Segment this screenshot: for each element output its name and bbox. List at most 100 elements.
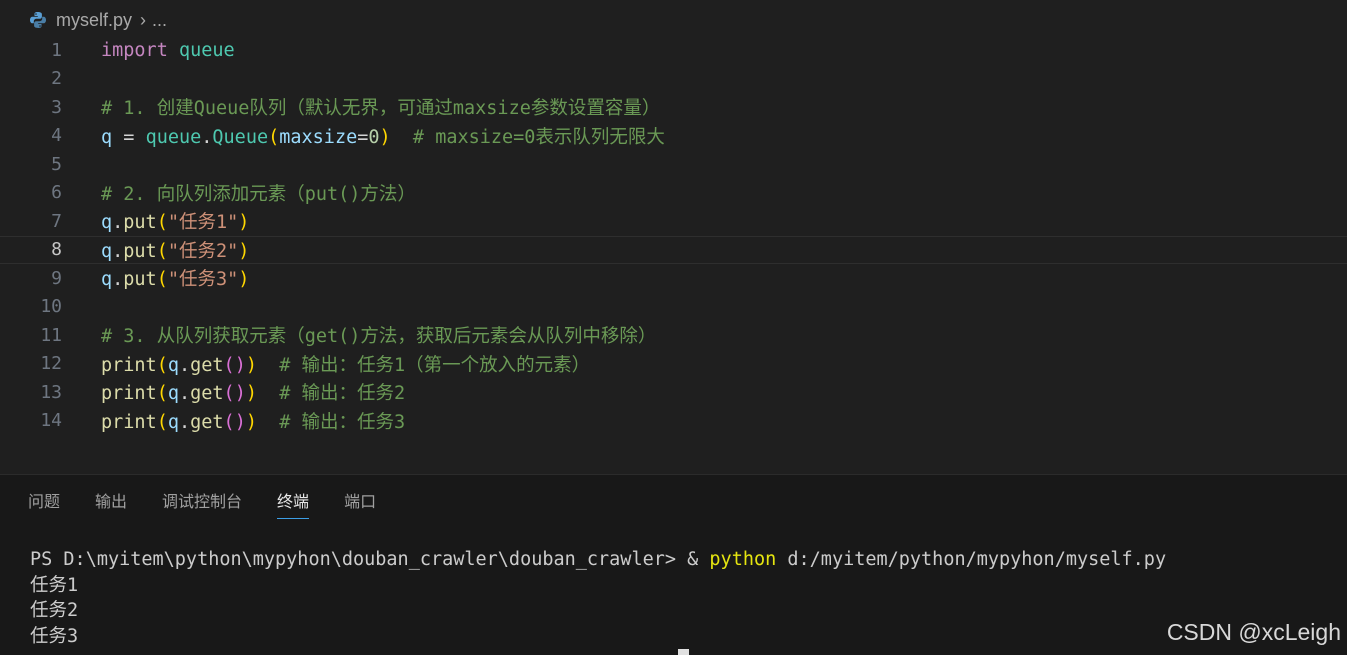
code-token: ) [245, 383, 257, 405]
code-token: . [178, 411, 191, 433]
code-token: print [101, 354, 157, 376]
line-number: 2 [51, 68, 62, 90]
code-token: ) [379, 126, 391, 148]
code-line-9[interactable]: 9 q.put("任务3") [0, 264, 1347, 293]
code-token: put [123, 212, 157, 234]
chevron-right-icon: › [140, 9, 147, 30]
tab-ports[interactable]: 端口 [344, 475, 376, 525]
code-line-12[interactable]: 12 print(q.get()) # 输出：任务1（第一个放入的元素） [0, 350, 1347, 379]
bottom-panel: 问题 输出 调试控制台 终端 端口 PS D:\myitem\python\my… [0, 474, 1347, 655]
code-comment: # 3. 从队列获取元素（get()方法，获取后元素会从队列中移除） [101, 326, 657, 348]
breadcrumb-file[interactable]: myself.py [56, 10, 132, 31]
code-token: q [101, 240, 113, 262]
code-line-11[interactable]: 11 # 3. 从队列获取元素（get()方法，获取后元素会从队列中移除） [0, 321, 1347, 350]
line-number: 11 [40, 324, 62, 346]
code-line-4[interactable]: 4 q = queue.Queue(maxsize=0) # maxsize=0… [0, 122, 1347, 151]
code-token: ( [156, 383, 168, 405]
terminal-line: 任务1 [30, 574, 79, 596]
code-token: q [101, 126, 113, 148]
terminal-output[interactable]: PS D:\myitem\python\mypyhon\douban_crawl… [30, 547, 1166, 649]
code-token: = [357, 126, 369, 148]
terminal-command: python [709, 549, 777, 570]
code-line-5[interactable]: 5 [0, 150, 1347, 179]
code-comment: # 2. 向队列添加元素（put()方法） [101, 183, 416, 205]
code-token: q [167, 411, 179, 433]
tab-debug-console[interactable]: 调试控制台 [162, 475, 242, 525]
code-token: get [190, 411, 224, 433]
code-line-14[interactable]: 14 print(q.get()) # 输出：任务3 [0, 407, 1347, 436]
code-token: ( [223, 383, 235, 405]
line-number: 7 [51, 210, 62, 232]
code-token: ) [238, 269, 250, 291]
watermark: CSDN @xcLeigh [1166, 619, 1341, 645]
code-token: print [101, 411, 157, 433]
code-token: ( [223, 411, 235, 433]
code-comment: # 输出：任务3 [256, 411, 406, 433]
line-number: 12 [40, 353, 62, 375]
code-token: . [178, 354, 191, 376]
line-number: 1 [51, 39, 62, 61]
code-token: ( [156, 269, 168, 291]
code-line-10[interactable]: 10 [0, 293, 1347, 322]
code-token: 0 [368, 126, 380, 148]
code-token: queue [145, 126, 202, 148]
code-token: q [101, 212, 113, 234]
line-number: 6 [51, 182, 62, 204]
code-token: "任务1" [167, 212, 239, 234]
code-token: . [112, 269, 124, 291]
code-line-13[interactable]: 13 print(q.get()) # 输出：任务2 [0, 378, 1347, 407]
panel-tabs: 问题 输出 调试控制台 终端 端口 [0, 475, 411, 525]
line-number: 9 [51, 267, 62, 289]
terminal-line: 任务3 [30, 625, 79, 647]
breadcrumb-more[interactable]: ... [152, 10, 167, 31]
code-token: maxsize [279, 126, 358, 148]
code-line-6[interactable]: 6 # 2. 向队列添加元素（put()方法） [0, 179, 1347, 208]
code-token: queue [178, 39, 235, 61]
code-token: ) [234, 354, 246, 376]
code-token: Queue [212, 126, 269, 148]
tab-output[interactable]: 输出 [95, 475, 127, 525]
code-token: "任务2" [167, 240, 239, 262]
code-line-8[interactable]: 8 q.put("任务2") [0, 235, 1347, 264]
line-number: 5 [51, 153, 62, 175]
tab-terminal[interactable]: 终端 [277, 475, 310, 525]
code-editor[interactable]: 1 import queue 2 3 # 1. 创建Queue队列（默认无界，可… [0, 36, 1347, 466]
line-number: 8 [51, 239, 62, 261]
code-line-7[interactable]: 7 q.put("任务1") [0, 207, 1347, 236]
line-number: 3 [51, 96, 62, 118]
line-number: 4 [51, 125, 62, 147]
code-token: q [167, 383, 179, 405]
code-token: ( [223, 354, 235, 376]
code-line-3[interactable]: 3 # 1. 创建Queue队列（默认无界，可通过maxsize参数设置容量） [0, 93, 1347, 122]
code-token: ( [156, 411, 168, 433]
code-token: "任务3" [167, 269, 239, 291]
code-token: import [101, 39, 168, 61]
code-comment: # maxsize=0表示队列无限大 [390, 126, 665, 148]
code-token: print [101, 383, 157, 405]
code-comment: # 1. 创建Queue队列（默认无界，可通过maxsize参数设置容量） [101, 98, 661, 120]
code-token: put [123, 269, 157, 291]
code-comment: # 输出：任务2 [256, 383, 406, 405]
line-number: 14 [40, 410, 62, 432]
code-token: . [112, 240, 124, 262]
tab-problems[interactable]: 问题 [28, 475, 60, 525]
terminal-cursor [678, 649, 689, 655]
code-line-1[interactable]: 1 import queue [0, 36, 1347, 65]
code-token: ( [268, 126, 280, 148]
code-token: = [112, 126, 146, 148]
code-token: ) [238, 212, 250, 234]
code-token: ) [234, 411, 246, 433]
terminal-prompt: PS D:\myitem\python\mypyhon\douban_crawl… [30, 549, 710, 570]
code-token: ) [245, 411, 257, 433]
code-token: put [123, 240, 157, 262]
code-token: . [112, 212, 124, 234]
code-token: get [190, 354, 224, 376]
code-token: q [101, 269, 113, 291]
line-number: 13 [40, 381, 62, 403]
code-token: ( [156, 354, 168, 376]
code-line-2[interactable]: 2 [0, 65, 1347, 94]
code-token: ) [245, 354, 257, 376]
code-token: . [178, 383, 191, 405]
terminal-line: 任务2 [30, 600, 79, 621]
code-token: . [201, 126, 213, 148]
